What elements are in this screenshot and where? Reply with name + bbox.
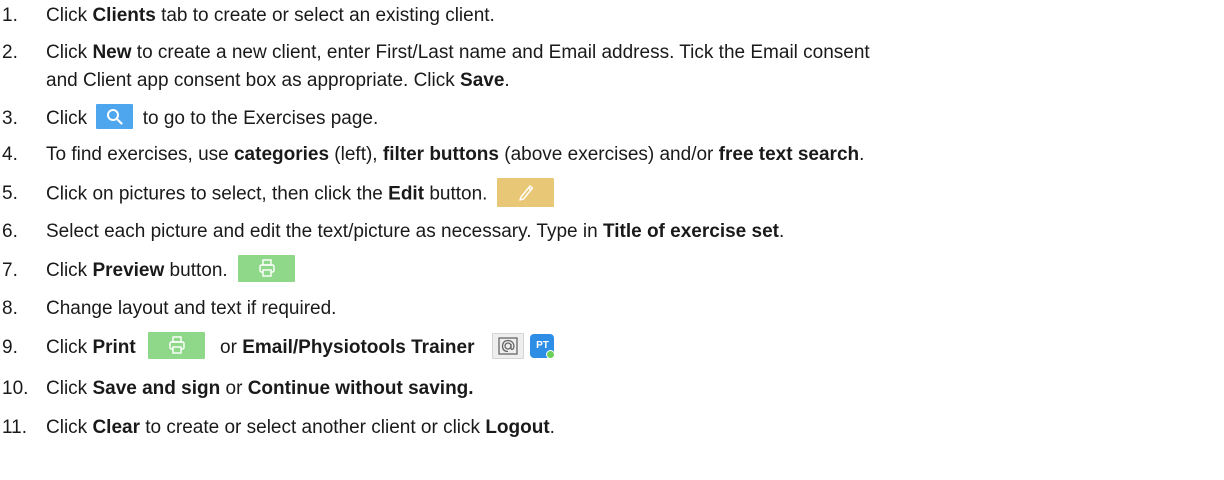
- step-keyword: Clear: [92, 417, 140, 438]
- step-text: and Client app consent box as appropriat…: [46, 70, 461, 91]
- step-text: to create a new client, enter First/Last…: [131, 42, 870, 63]
- step-keyword: Save: [460, 70, 505, 91]
- step-keyword: free text search: [718, 144, 860, 165]
- step-number: 2.: [2, 42, 18, 63]
- step-keyword: Logout: [485, 417, 550, 438]
- step-keyword: New: [92, 42, 132, 63]
- step-text: Select each picture and edit the text/pi…: [46, 221, 603, 242]
- step-text: Click: [46, 260, 93, 281]
- step-text: Change layout and text if required.: [46, 298, 337, 319]
- step-keyword: Continue without saving.: [247, 378, 474, 399]
- step-number: 11.: [2, 417, 28, 438]
- step-number: 9.: [2, 337, 18, 358]
- step-keyword: Email/Physiotools Trainer: [242, 337, 475, 358]
- step-text: (left),: [329, 144, 383, 165]
- step-keyword: Save and sign: [92, 378, 221, 399]
- step-number: 8.: [2, 298, 18, 319]
- step-text: .: [504, 70, 510, 91]
- search-icon: [107, 109, 124, 126]
- step-text: .: [778, 221, 785, 242]
- step-text: Click: [46, 417, 93, 438]
- step-text: To find exercises, use: [46, 144, 234, 165]
- step-keyword: Preview: [92, 260, 165, 281]
- instruction-list: 1. Click Clients tab to create or select…: [0, 0, 1224, 480]
- step-text: (above exercises) and/or: [498, 144, 719, 165]
- step-number: 5.: [2, 183, 18, 204]
- pt-icon: PT: [530, 333, 556, 359]
- step-text: button.: [424, 183, 488, 205]
- step-text: button.: [164, 260, 228, 281]
- step-number: 3.: [2, 108, 18, 129]
- step-keyword: categories: [233, 144, 330, 165]
- pencil-icon: [519, 185, 534, 201]
- print-button-illustration: [147, 332, 205, 360]
- step-keyword: Print: [92, 337, 136, 358]
- step-number: 1.: [2, 5, 18, 26]
- step-keyword: Title of exercise set: [602, 221, 779, 242]
- step-number: 4.: [2, 144, 18, 165]
- step-text: Click: [46, 108, 93, 129]
- step-keyword: filter buttons: [382, 144, 499, 165]
- step-text: Click: [46, 5, 93, 26]
- printer-icon: [169, 336, 185, 355]
- step-text: to create or select another client or cl…: [139, 417, 486, 438]
- step-text: .: [549, 417, 555, 438]
- step-number: 6.: [2, 221, 18, 242]
- step-text: Click: [46, 42, 93, 63]
- email-button-illustration: [492, 332, 525, 359]
- step-text: or: [220, 378, 248, 399]
- step-keyword: Edit: [388, 183, 425, 205]
- step-text: or: [214, 337, 243, 358]
- status-dot: [546, 349, 556, 359]
- edit-button-illustration: [497, 178, 555, 207]
- step-text: Click: [46, 378, 93, 399]
- step-text: tab to create or select an existing clie…: [155, 5, 495, 26]
- search-button-illustration: [96, 104, 134, 130]
- step-text: to go to the Exercises page.: [137, 108, 379, 129]
- step-text: Click: [46, 337, 93, 358]
- step-text: .: [859, 144, 865, 165]
- step-number: 7.: [2, 260, 18, 281]
- pt-label: PT: [536, 339, 549, 351]
- preview-button-illustration: [237, 255, 295, 283]
- step-number: 10.: [2, 378, 29, 399]
- email-icon: [498, 337, 519, 355]
- step-keyword: Clients: [92, 5, 156, 26]
- printer-icon: [258, 259, 275, 278]
- step-text: Click on pictures to select, then click …: [46, 183, 389, 205]
